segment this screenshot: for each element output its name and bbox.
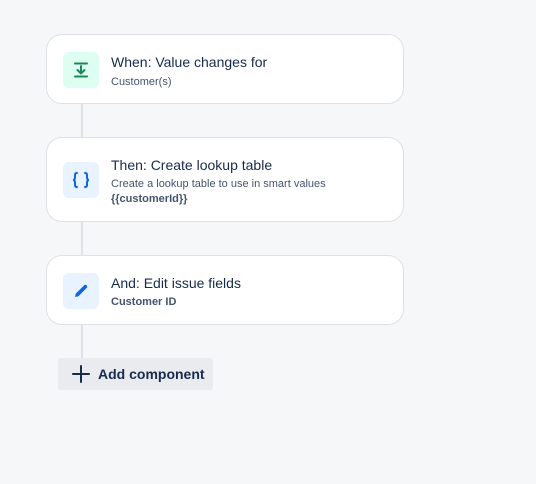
step-subtitle: Customer(s): [111, 76, 172, 88]
connector-line: [81, 222, 83, 256]
add-component-button[interactable]: Add component: [58, 358, 213, 390]
step-title: Then: Create lookup table: [111, 157, 273, 173]
add-component-label: Add component: [98, 366, 205, 382]
step-title: When: Value changes for: [111, 54, 268, 70]
pencil-icon: [63, 273, 99, 309]
step-subtitle: Customer ID: [111, 296, 177, 308]
download-arrow-icon: [63, 52, 99, 88]
action-card-edit-issue-fields[interactable]: And: Edit issue fields Customer ID: [46, 255, 404, 325]
trigger-card-value-changes[interactable]: When: Value changes for Customer(s): [46, 34, 404, 104]
step-subtitle: Create a lookup table to use in smart va…: [111, 178, 326, 190]
plus-icon: [72, 365, 90, 383]
action-card-create-lookup-table[interactable]: Then: Create lookup table Create a looku…: [46, 137, 404, 222]
connector-line: [81, 325, 83, 359]
step-title: And: Edit issue fields: [111, 275, 241, 291]
connector-line: [81, 104, 83, 138]
step-detail: {{customerId}}: [111, 193, 188, 205]
curly-braces-icon: [63, 162, 99, 198]
